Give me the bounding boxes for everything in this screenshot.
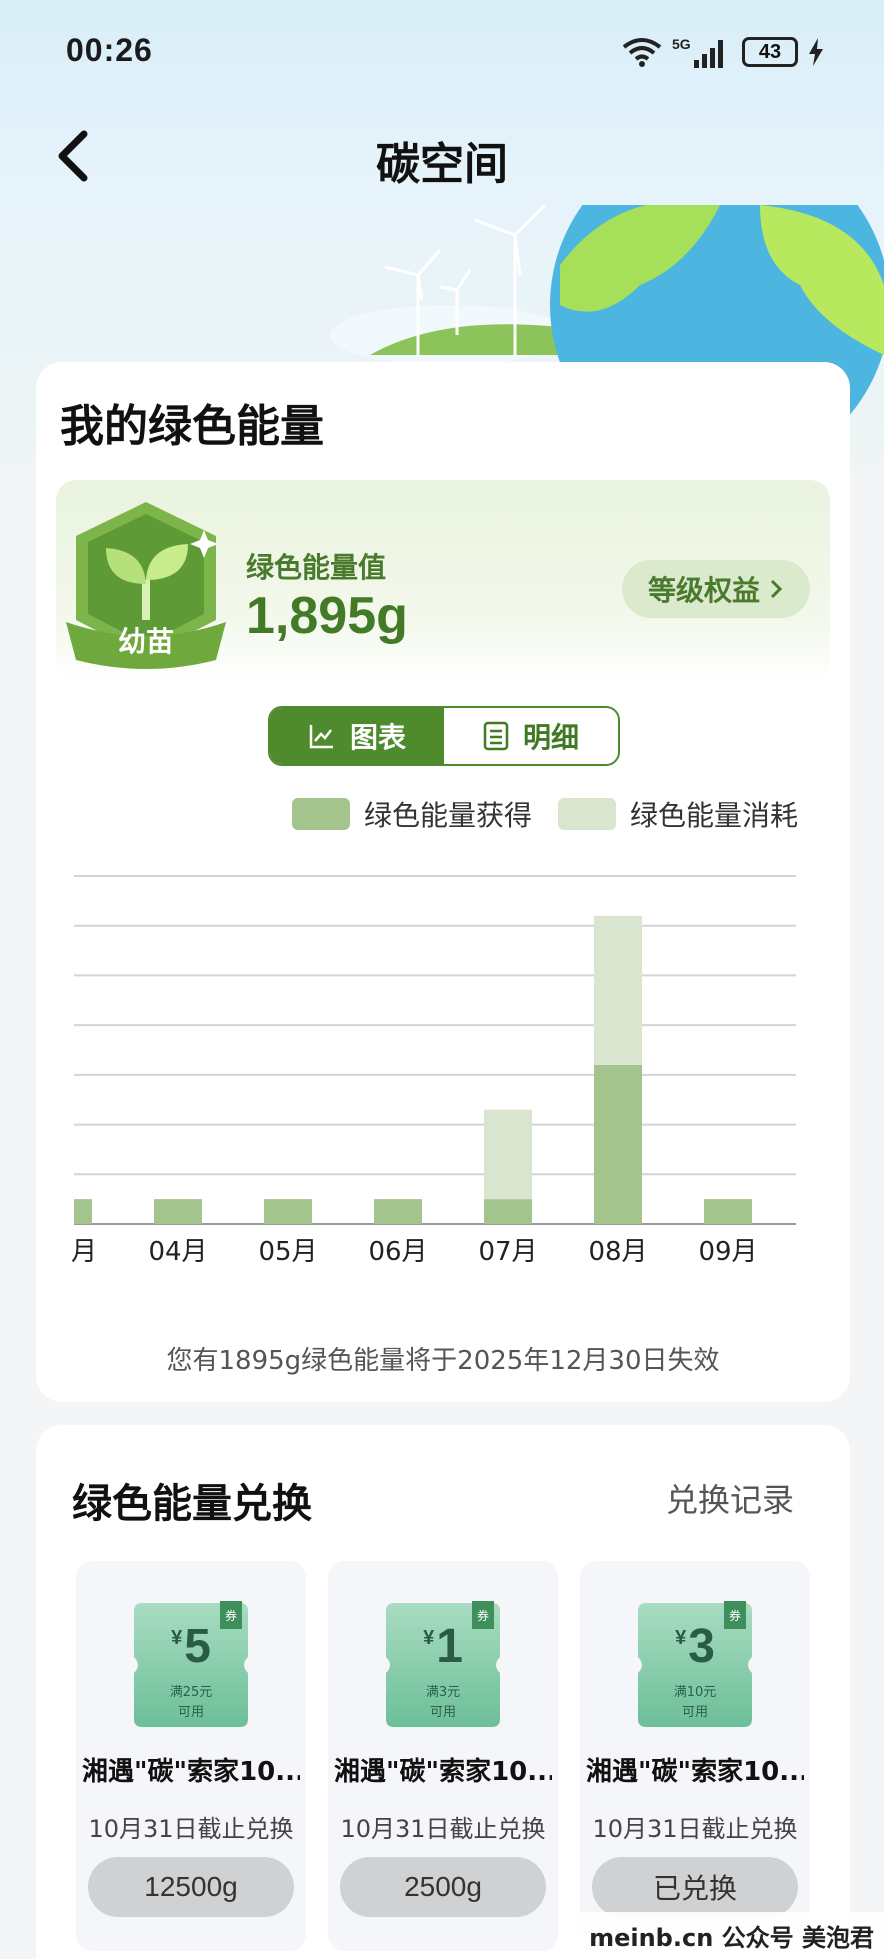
coupon-amount: ¥3: [675, 1620, 715, 1673]
level-badge-label: 幼苗: [117, 625, 174, 658]
x-tick-label: 07月: [478, 1237, 537, 1262]
redeem-button[interactable]: 12500g: [88, 1857, 294, 1917]
x-tick-label: 05月: [258, 1237, 317, 1262]
watermark: meinb.cn 公众号 美泡君: [579, 1912, 884, 1959]
tab-detail[interactable]: 明细: [444, 708, 618, 764]
x-tick-label: 09月: [698, 1237, 757, 1262]
status-icons: 5G 43: [622, 36, 824, 68]
coupon-condition: 满3元 可用: [425, 1685, 461, 1720]
battery-icon: 43: [742, 37, 798, 67]
energy-exchange-card: 绿色能量兑换 兑换记录 券 ¥5 满25元 可用 湘遇"碳"索家10... 10月…: [36, 1425, 850, 1959]
navigation-bar: 碳空间: [0, 110, 884, 206]
status-time: 00:26: [66, 32, 153, 68]
network-label: 5G: [672, 36, 691, 52]
legend-label-spent: 绿色能量消耗: [629, 799, 798, 832]
bar-earned-08月: [594, 1064, 642, 1224]
coupon-condition: 满10元 可用: [673, 1685, 717, 1720]
coupon-card[interactable]: 券 ¥1 满3元 可用 湘遇"碳"索家10... 10月31日截止兑换 2500g: [328, 1561, 558, 1951]
bar-earned-06月: [374, 1199, 422, 1224]
coupon-list: 券 ¥5 满25元 可用 湘遇"碳"索家10... 10月31日截止兑换 1250…: [76, 1561, 810, 1951]
bar-earned-09月: [704, 1199, 752, 1224]
coupon-deadline: 10月31日截止兑换: [340, 1815, 546, 1843]
bar-earned-05月: [264, 1199, 312, 1224]
coupon-ticket-icon: 券 ¥5 满25元 可用: [132, 1601, 250, 1729]
coupon-name: 湘遇"碳"索家10...: [82, 1757, 300, 1787]
redeem-button[interactable]: 2500g: [340, 1857, 546, 1917]
coupon-deadline: 10月31日截止兑换: [592, 1815, 798, 1843]
legend-label-earned: 绿色能量获得: [363, 799, 532, 832]
bar-spent-08月: [594, 915, 642, 1065]
coupon-deadline: 10月31日截止兑换: [88, 1815, 294, 1843]
list-icon: [483, 721, 509, 751]
bar-earned-04月: [154, 1199, 202, 1224]
signal-5g-icon: 5G: [672, 36, 723, 68]
chevron-right-icon: [770, 579, 782, 599]
coupon-name: 湘遇"碳"索家10...: [334, 1757, 552, 1787]
status-bar: 00:26 5G 43: [0, 0, 884, 110]
coupon-name: 湘遇"碳"索家10...: [586, 1757, 804, 1787]
coupon-card[interactable]: 券 ¥3 满10元 可用 湘遇"碳"索家10... 10月31日截止兑换 已兑换: [580, 1561, 810, 1951]
coupon-amount: ¥1: [423, 1620, 463, 1673]
expiration-notice: 您有1895g绿色能量将于2025年12月30日失效: [166, 1346, 720, 1376]
bar-earned-03月: [74, 1199, 92, 1224]
charging-icon: [809, 38, 823, 66]
exchange-record-link[interactable]: 兑换记录: [666, 1475, 794, 1521]
x-tick-label: 04月: [148, 1237, 207, 1262]
coupon-ticket-icon: 券 ¥3 满10元 可用: [636, 1601, 754, 1729]
coupon-amount: ¥5: [171, 1620, 211, 1673]
tab-detail-label: 明细: [522, 721, 579, 754]
legend-swatch-earned: [291, 798, 350, 830]
x-tick-label: 06月: [368, 1237, 427, 1262]
energy-bar-chart: 月 04月 05月 06月 07月 08月 09月: [71, 875, 796, 1262]
energy-heading: 我的绿色能量: [60, 401, 324, 452]
level-benefits-button[interactable]: 等级权益: [621, 560, 810, 618]
line-chart-icon: [309, 725, 333, 749]
coupon-condition: 满25元 可用: [169, 1685, 213, 1720]
view-toggle: 图表 明细: [268, 706, 620, 766]
exchange-heading: 绿色能量兑换: [72, 1481, 312, 1527]
chart-legend: 绿色能量获得 绿色能量消耗: [291, 794, 798, 834]
level-benefits-label: 等级权益: [647, 574, 760, 607]
redeemed-button[interactable]: 已兑换: [592, 1857, 798, 1917]
page-title: 碳空间: [376, 139, 508, 190]
x-tick-label: 月: [71, 1237, 97, 1262]
bar-earned-07月: [484, 1199, 532, 1224]
tab-chart-label: 图表: [349, 721, 406, 754]
coupon-card[interactable]: 券 ¥5 满25元 可用 湘遇"碳"索家10... 10月31日截止兑换 1250…: [76, 1561, 306, 1951]
x-tick-label: 08月: [588, 1237, 647, 1262]
green-energy-card: 我的绿色能量 幼苗 绿色能量值 1,895g 等级权益 图表 明细 绿色能量获得…: [36, 362, 850, 1402]
energy-value-label: 绿色能量值: [246, 551, 387, 584]
energy-summary-panel: 幼苗 绿色能量值 1,895g 等级权益: [56, 480, 830, 680]
wifi-icon: [622, 38, 662, 67]
tab-chart[interactable]: 图表: [270, 708, 444, 764]
legend-item-earned: 绿色能量获得: [291, 794, 532, 834]
legend-swatch-spent: [557, 798, 616, 830]
energy-value: 1,895g: [246, 587, 408, 645]
bar-spent-07月: [484, 1109, 532, 1200]
legend-item-spent: 绿色能量消耗: [557, 794, 798, 834]
coupon-ticket-icon: 券 ¥1 满3元 可用: [384, 1601, 502, 1729]
